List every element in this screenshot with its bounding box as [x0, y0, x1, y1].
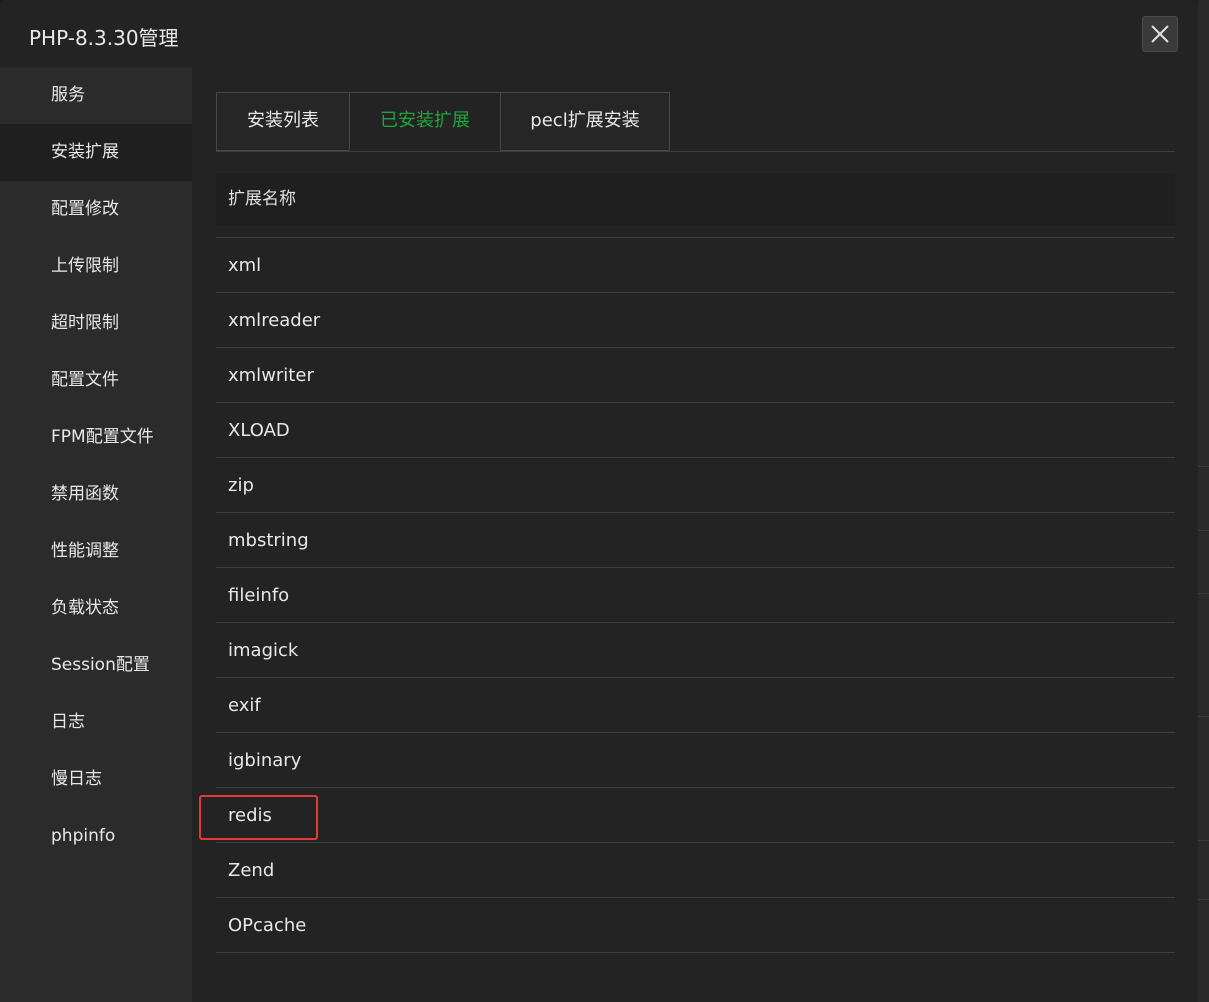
sidebar-menu: 服务 安装扩展 配置修改 上传限制 超时限制 配置文件 FPM配置文件 禁用函数… [0, 67, 192, 1002]
tab-label: pecl扩展安装 [530, 110, 640, 131]
table-row: Zend [216, 843, 1175, 898]
extension-name: mbstring [228, 530, 309, 551]
extension-name: redis [228, 805, 272, 826]
extension-name: OPcache [228, 915, 307, 936]
table-row: OPcache [216, 898, 1175, 953]
table-row: XLOAD [216, 403, 1175, 458]
background-divider [1198, 466, 1209, 467]
sidebar-item-label: 负载状态 [51, 598, 119, 618]
background-divider [1198, 530, 1209, 531]
sidebar-item-label: 配置修改 [51, 199, 119, 219]
sidebar-item-slow-logs[interactable]: 慢日志 [0, 751, 192, 808]
table-row: xmlreader [216, 293, 1175, 348]
tab-pecl-install[interactable]: pecl扩展安装 [500, 92, 670, 151]
sidebar-item-load-status[interactable]: 负载状态 [0, 580, 192, 637]
tab-installed-extensions[interactable]: 已安装扩展 [349, 92, 501, 151]
sidebar-item-label: Session配置 [51, 655, 150, 675]
close-icon [1151, 25, 1169, 43]
main-content: 安装列表 已安装扩展 pecl扩展安装 扩展名称 xml xmlreader x… [192, 67, 1198, 1002]
extension-name: imagick [228, 640, 299, 661]
extension-name: XLOAD [228, 420, 290, 441]
extension-name: exif [228, 695, 261, 716]
extension-name: igbinary [228, 750, 302, 771]
tab-bar: 安装列表 已安装扩展 pecl扩展安装 [216, 92, 1175, 152]
background-divider [1198, 899, 1209, 900]
sidebar-item-upload-limit[interactable]: 上传限制 [0, 238, 192, 295]
background-divider [1198, 840, 1209, 841]
sidebar-item-session-config[interactable]: Session配置 [0, 637, 192, 694]
extension-name: zip [228, 475, 254, 496]
extension-name: xml [228, 255, 262, 276]
extension-name: xmlwriter [228, 365, 314, 386]
tab-label: 已安装扩展 [380, 110, 470, 131]
sidebar-item-label: 慢日志 [51, 769, 102, 789]
table-row: igbinary [216, 733, 1175, 788]
table-row: xmlwriter [216, 348, 1175, 403]
php-manager-dialog: PHP-8.3.30管理 服务 安装扩展 配置修改 上传限制 超时限制 配置文件… [0, 0, 1198, 1002]
sidebar-item-label: phpinfo [51, 826, 116, 846]
table-row: zip [216, 458, 1175, 513]
sidebar-item-label: 安装扩展 [51, 142, 119, 162]
table-row: exif [216, 678, 1175, 733]
background-divider [1198, 716, 1209, 717]
extension-name: xmlreader [228, 310, 321, 331]
sidebar-item-service[interactable]: 服务 [0, 67, 192, 124]
sidebar-item-label: FPM配置文件 [51, 427, 154, 447]
tab-label: 安装列表 [247, 110, 319, 131]
sidebar-item-install-extensions[interactable]: 安装扩展 [0, 124, 192, 181]
sidebar-item-config-file[interactable]: 配置文件 [0, 352, 192, 409]
extension-name: Zend [228, 860, 275, 881]
sidebar-item-disabled-functions[interactable]: 禁用函数 [0, 466, 192, 523]
sidebar-item-phpinfo[interactable]: phpinfo [0, 808, 192, 865]
sidebar-item-label: 超时限制 [51, 313, 119, 333]
sidebar-item-timeout-limit[interactable]: 超时限制 [0, 295, 192, 352]
sidebar-item-config-edit[interactable]: 配置修改 [0, 181, 192, 238]
sidebar-item-fpm-config-file[interactable]: FPM配置文件 [0, 409, 192, 466]
table-row: mbstring [216, 513, 1175, 568]
close-button[interactable] [1142, 16, 1178, 52]
sidebar-item-label: 性能调整 [51, 541, 119, 561]
extension-name: fileinfo [228, 585, 290, 606]
sidebar-item-label: 禁用函数 [51, 484, 119, 504]
sidebar-item-label: 服务 [51, 85, 85, 105]
table-row: imagick [216, 623, 1175, 678]
sidebar-item-performance-tuning[interactable]: 性能调整 [0, 523, 192, 580]
table-row: fileinfo [216, 568, 1175, 623]
dialog-title: PHP-8.3.30管理 [29, 26, 179, 50]
sidebar-item-label: 配置文件 [51, 370, 119, 390]
sidebar-item-label: 日志 [51, 712, 85, 732]
sidebar-item-label: 上传限制 [51, 256, 119, 276]
column-header-extension-name: 扩展名称 [216, 173, 1175, 226]
background-panel-edge [1198, 0, 1209, 1002]
table-row: redis [216, 788, 1175, 843]
dialog-header: PHP-8.3.30管理 [0, 0, 1198, 67]
tab-install-list[interactable]: 安装列表 [216, 92, 350, 151]
sidebar-item-logs[interactable]: 日志 [0, 694, 192, 751]
background-divider [1198, 593, 1209, 594]
table-row: xml [216, 238, 1175, 293]
